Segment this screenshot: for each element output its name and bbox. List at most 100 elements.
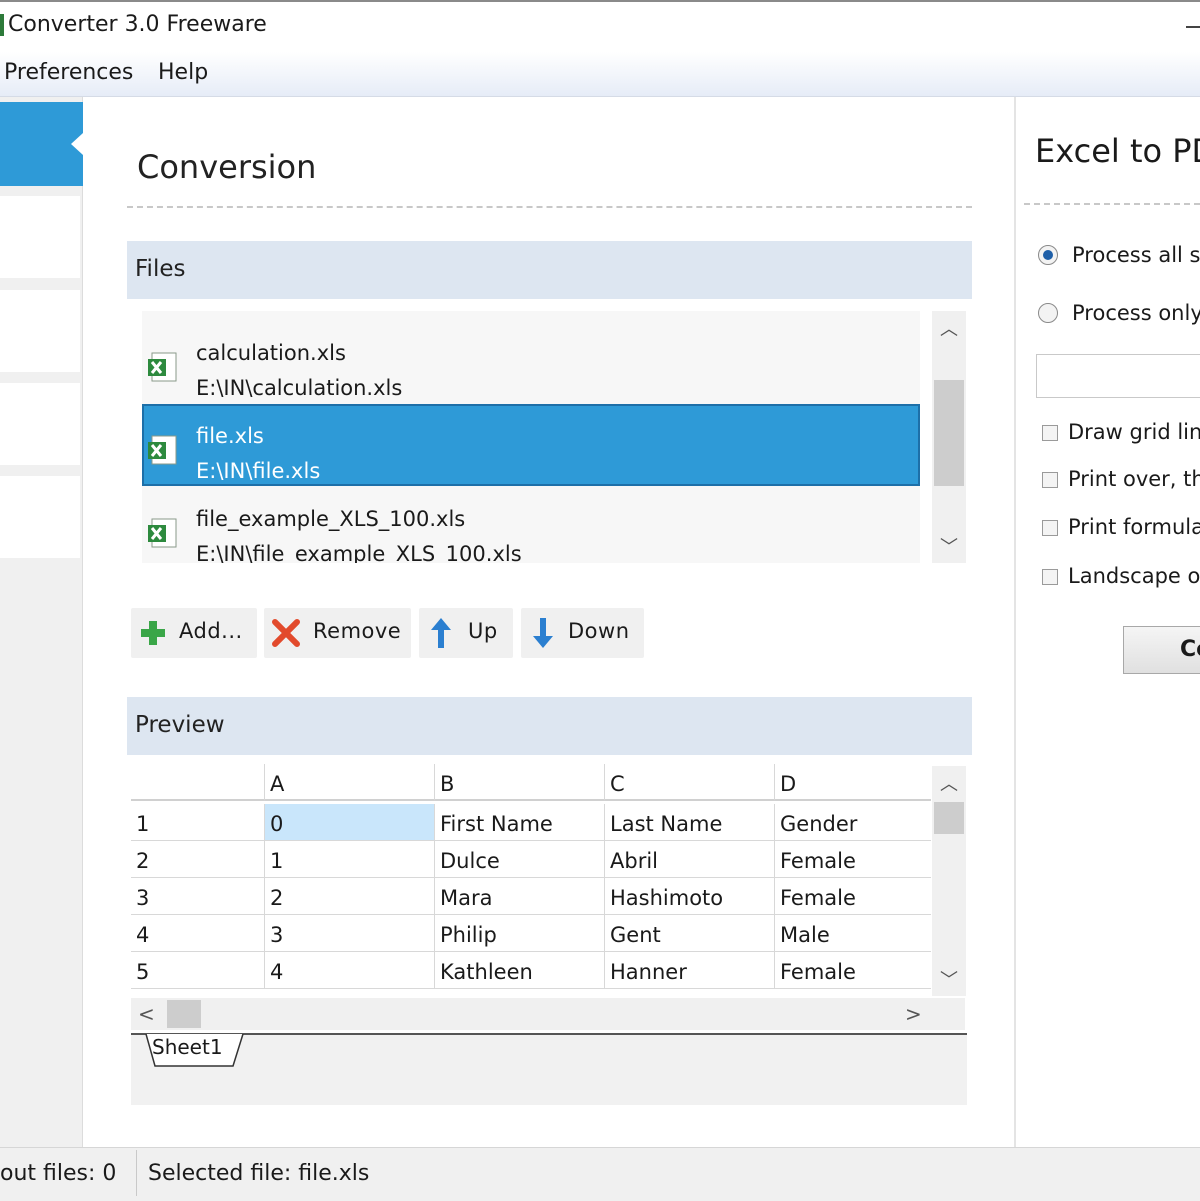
preview-grid[interactable]: A B C D 1 0 First Name Last Name Gender …	[131, 764, 931, 996]
file-list-item[interactable]: file_example_XLS_100.xls E:\IN\file_exam…	[142, 487, 920, 563]
radio-process-all-label: Process all sh	[1072, 243, 1200, 267]
panel-divider	[1014, 97, 1016, 1147]
scroll-right-icon[interactable]: >	[905, 1002, 922, 1026]
grid-vertical-scrollbar[interactable]	[932, 766, 966, 996]
grid-cell[interactable]: First Name	[435, 804, 605, 841]
grid-row-number[interactable]: 5	[131, 952, 265, 989]
checkbox-landscape[interactable]	[1042, 569, 1058, 585]
remove-button[interactable]: Remove	[264, 608, 411, 658]
grid-cell[interactable]: Gender	[775, 804, 931, 841]
grid-cell[interactable]: 1	[265, 841, 435, 878]
scroll-down-icon[interactable]: ﹀	[934, 533, 964, 559]
checkbox-print-formula-label: Print formula	[1068, 515, 1200, 539]
scroll-up-icon[interactable]: ︿	[934, 315, 964, 341]
sidebar-item-2[interactable]	[0, 196, 80, 278]
remove-button-label: Remove	[313, 619, 402, 643]
grid-corner-cell	[131, 764, 265, 801]
status-output-files: out files: 0	[0, 1161, 117, 1186]
grid-cell[interactable]: Female	[775, 841, 931, 878]
file-path: E:\IN\file.xls	[196, 459, 321, 483]
scroll-down-icon[interactable]: ﹀	[934, 966, 964, 992]
menu-help[interactable]: Help	[158, 60, 208, 85]
remove-x-icon	[272, 619, 300, 647]
scroll-left-icon[interactable]: <	[138, 1002, 155, 1026]
excel-file-icon	[148, 435, 177, 465]
status-selected-file: Selected file: file.xls	[148, 1161, 370, 1186]
file-path: E:\IN\calculation.xls	[196, 376, 403, 400]
arrow-down-icon	[533, 618, 553, 648]
radio-process-all[interactable]	[1038, 245, 1058, 265]
grid-cell[interactable]: Hanner	[605, 952, 775, 989]
grid-cell[interactable]: Mara	[435, 878, 605, 915]
up-button-label: Up	[468, 619, 498, 643]
file-path: E:\IN\file_example_XLS_100.xls	[196, 542, 522, 563]
grid-column-header[interactable]: B	[435, 764, 605, 801]
checkbox-print-formula[interactable]	[1042, 520, 1058, 536]
sidebar-item-3[interactable]	[0, 290, 80, 372]
plus-icon	[141, 621, 165, 645]
down-button-label: Down	[568, 619, 630, 643]
grid-cell[interactable]: Dulce	[435, 841, 605, 878]
minimize-icon[interactable]	[1186, 26, 1200, 28]
sheet-name-input[interactable]	[1036, 354, 1200, 398]
grid-cell[interactable]: 4	[265, 952, 435, 989]
window-title: Converter 3.0 Freeware	[8, 12, 267, 37]
grid-cell[interactable]: Female	[775, 952, 931, 989]
grid-row-number[interactable]: 2	[131, 841, 265, 878]
convert-button-label: Co	[1180, 637, 1200, 662]
sidebar-active-indicator	[71, 133, 83, 155]
grid-horizontal-scrollbar[interactable]	[131, 998, 965, 1030]
sidebar-item-4[interactable]	[0, 383, 80, 465]
file-name: file_example_XLS_100.xls	[196, 507, 466, 531]
file-list-item-selected[interactable]: file.xls E:\IN\file.xls	[142, 404, 920, 486]
grid-cell[interactable]: Male	[775, 915, 931, 952]
sidebar-item-5[interactable]	[0, 476, 80, 558]
grid-cell[interactable]: 3	[265, 915, 435, 952]
file-name: file.xls	[196, 424, 264, 448]
scroll-thumb[interactable]	[167, 1000, 201, 1028]
menu-preferences[interactable]: Preferences	[4, 60, 133, 85]
file-name: calculation.xls	[196, 341, 346, 365]
preview-header-label: Preview	[135, 712, 225, 738]
sheet-tab[interactable]: Sheet1	[152, 1035, 223, 1059]
app-icon	[0, 14, 4, 36]
grid-cell[interactable]: Kathleen	[435, 952, 605, 989]
file-list-item[interactable]: calculation.xls E:\IN\calculation.xls	[142, 321, 920, 403]
radio-process-only[interactable]	[1038, 303, 1058, 323]
grid-cell[interactable]: Last Name	[605, 804, 775, 841]
up-button[interactable]: Up	[419, 608, 513, 658]
checkbox-draw-grid[interactable]	[1042, 425, 1058, 441]
right-title-divider	[1024, 203, 1200, 205]
grid-column-header[interactable]: D	[775, 764, 931, 801]
grid-cell[interactable]: Hashimoto	[605, 878, 775, 915]
title-divider	[127, 206, 972, 208]
grid-cell[interactable]: Gent	[605, 915, 775, 952]
grid-column-header[interactable]: A	[265, 764, 435, 801]
scroll-thumb[interactable]	[934, 802, 964, 834]
grid-cell[interactable]: 2	[265, 878, 435, 915]
add-button-label: Add...	[179, 619, 243, 643]
add-button[interactable]: Add...	[131, 608, 257, 658]
scroll-thumb[interactable]	[934, 380, 964, 486]
grid-cell[interactable]: Female	[775, 878, 931, 915]
grid-cell[interactable]: Abril	[605, 841, 775, 878]
grid-cell[interactable]: Philip	[435, 915, 605, 952]
sheet-tab-bar	[131, 1033, 967, 1105]
checkbox-print-over[interactable]	[1042, 472, 1058, 488]
excel-file-icon	[148, 352, 177, 382]
grid-row-number[interactable]: 3	[131, 878, 265, 915]
grid-row-number[interactable]: 1	[131, 804, 265, 841]
excel-file-icon	[148, 518, 177, 548]
right-panel-title: Excel to PD	[1035, 132, 1200, 170]
file-list[interactable]: calculation.xls E:\IN\calculation.xls fi…	[142, 311, 920, 563]
grid-row-number[interactable]: 4	[131, 915, 265, 952]
checkbox-print-over-label: Print over, th	[1068, 467, 1200, 491]
radio-process-only-label: Process only	[1072, 301, 1200, 325]
files-header-label: Files	[135, 256, 186, 282]
down-button[interactable]: Down	[521, 608, 644, 658]
grid-cell-selected[interactable]: 0	[265, 804, 435, 841]
arrow-up-icon	[431, 618, 451, 648]
scroll-up-icon[interactable]: ︿	[934, 770, 964, 796]
preview-header	[127, 697, 972, 755]
grid-column-header[interactable]: C	[605, 764, 775, 801]
